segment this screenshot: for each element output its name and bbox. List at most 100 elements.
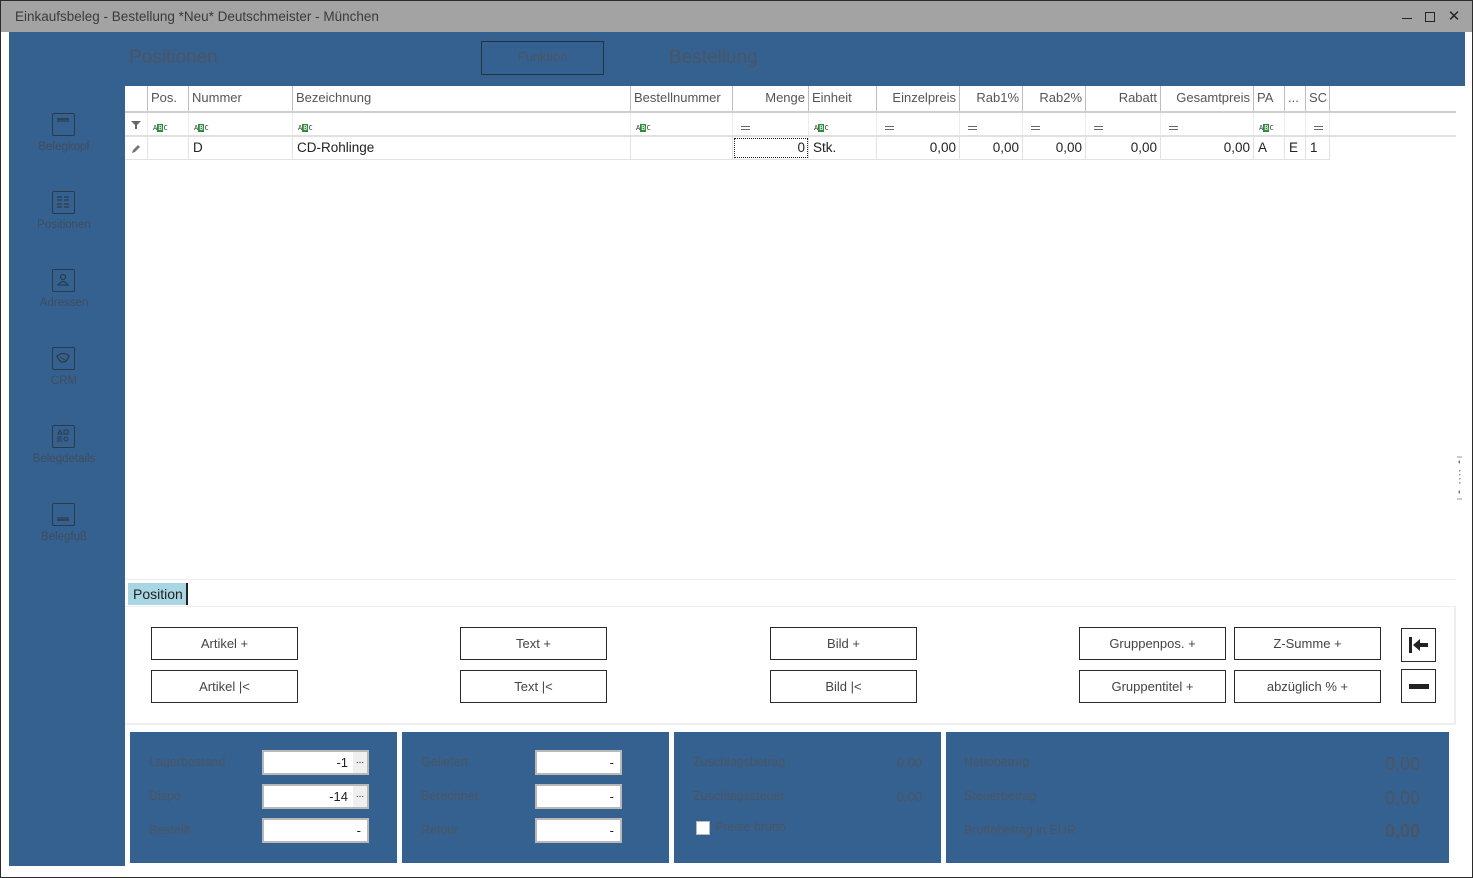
geliefert-field: - [535,750,622,775]
lagerbestand-more-button[interactable]: ... [353,752,367,773]
column-header-bezeichnung[interactable]: Bezeichnung [293,86,631,111]
column-header-more[interactable]: ... [1285,86,1306,111]
nettobetrag-value: 0,00 [1384,754,1420,774]
filter-gesamtpreis[interactable] [1161,113,1254,135]
filter-pa[interactable]: ABC [1254,113,1285,135]
sidebar-item-belegdetails[interactable]: Belegdetails [9,425,125,495]
filter-more[interactable] [1285,113,1306,135]
zuschlagssteuer-value: 0,00 [896,789,922,804]
filter-icon[interactable] [125,113,148,135]
dispo-more-button[interactable]: ... [353,786,367,807]
table-row[interactable]: D CD-Rohlinge 0 Stk. 0,00 0,00 0,00 0,00… [125,137,1330,160]
column-header-nummer[interactable]: Nummer [189,86,293,111]
panel-splitter-handle[interactable] [1456,456,1464,501]
dispo-field: -14 ... [262,784,369,809]
dispo-label: Dispo [149,789,181,803]
cell-nummer[interactable]: D [189,137,293,159]
positions-grid-icon [52,191,75,214]
text-filter-icon: ABC [814,124,829,132]
cell-bezeichnung[interactable]: CD-Rohlinge [293,137,631,159]
close-button[interactable]: ✕ [1444,7,1464,27]
insert-article-button[interactable]: Artikel |< [151,670,298,703]
remove-position-button[interactable] [1401,669,1436,703]
filter-menge[interactable] [733,113,809,135]
handshake-icon [52,347,75,370]
column-header-einzelpreis[interactable]: Einzelpreis [877,86,960,111]
column-header-bestellnummer[interactable]: Bestellnummer [631,86,733,111]
filter-bestellnummer[interactable]: ABC [631,113,733,135]
column-header-einheit[interactable]: Einheit [809,86,877,111]
berechnet-field: - [535,784,622,809]
column-header-sc[interactable]: SC [1306,86,1330,111]
filter-bezeichnung[interactable]: ABC [293,113,631,135]
add-group-title-button[interactable]: Gruppentitel + [1079,670,1226,703]
sidebar-item-belegkopf[interactable]: Belegkopf [9,113,125,183]
preise-brutto-checkbox[interactable] [696,821,710,835]
maximize-button[interactable] [1420,7,1440,27]
cell-pos[interactable] [148,137,189,159]
sidebar-item-adressen[interactable]: Adressen [9,269,125,339]
sidebar-item-crm[interactable]: CRM [9,347,125,417]
minimize-button[interactable] [1397,7,1417,27]
add-subtotal-button[interactable]: Z-Summe + [1234,627,1381,660]
column-header-menge[interactable]: Menge [733,86,809,111]
text-filter-icon: ABC [153,124,168,132]
tab-position[interactable]: Position [128,583,188,605]
add-image-button[interactable]: Bild + [770,627,917,660]
preise-brutto-label: Preise brutto [715,820,786,834]
cell-menge[interactable]: 0 [733,137,809,159]
filter-nummer[interactable]: ABC [189,113,293,135]
sidebar-item-label: Belegdetails [32,453,96,465]
cell-einheit[interactable]: Stk. [809,137,877,159]
insert-text-button[interactable]: Text |< [460,670,607,703]
sidebar-item-label: Positionen [37,219,91,231]
filter-rab1[interactable] [960,113,1023,135]
cell-rab2[interactable]: 0,00 [1023,137,1086,159]
equals-filter-icon [1094,126,1103,130]
bruttobetrag-label: Bruttobetrag in EUR [964,823,1076,837]
filter-pos[interactable]: ABC [148,113,189,135]
sidebar-item-label: Belegfuß [40,531,88,543]
add-article-button[interactable]: Artikel + [151,627,298,660]
sidebar-item-belegfuss[interactable]: Belegfuß [9,503,125,573]
column-header-rab2[interactable]: Rab2% [1023,86,1086,111]
insert-image-button[interactable]: Bild |< [770,670,917,703]
cell-rabatt[interactable]: 0,00 [1086,137,1161,159]
equals-filter-icon [885,126,894,130]
cell-rab1[interactable]: 0,00 [960,137,1023,159]
column-header-pos[interactable]: Pos. [148,86,189,111]
column-header-rab1[interactable]: Rab1% [960,86,1023,111]
function-button[interactable]: Funktion [481,41,604,75]
bruttobetrag-value: 0,00 [1384,821,1420,841]
move-to-start-button[interactable] [1401,628,1436,662]
lagerbestand-label: Lagerbestand [149,755,226,769]
edit-pencil-icon [125,137,148,159]
grid-filter-row: ABC ABC ABC ABC ABC ABC [125,113,1456,137]
column-header-gesamtpreis[interactable]: Gesamtpreis [1161,86,1254,111]
cell-einzelpreis[interactable]: 0,00 [877,137,960,159]
add-deduction-percent-button[interactable]: abzüglich % + [1234,670,1381,703]
cell-gesamtpreis[interactable]: 0,00 [1161,137,1254,159]
add-text-button[interactable]: Text + [460,627,607,660]
filter-rabatt[interactable] [1086,113,1161,135]
document-header-icon [52,113,75,136]
filter-rab2[interactable] [1023,113,1086,135]
lagerbestand-value: -1 [336,755,348,770]
surcharge-panel: Zuschlagsbetrag 0,00 Zuschlagssteuer 0,0… [674,732,941,863]
row-indicator-header [125,86,148,111]
retour-label: Retour [421,823,459,837]
sidebar-item-positionen[interactable]: Positionen [9,191,125,261]
close-icon: ✕ [1447,8,1461,25]
add-group-position-button[interactable]: Gruppenpos. + [1079,627,1226,660]
filter-einheit[interactable]: ABC [809,113,877,135]
grid-header: Pos. Nummer Bezeichnung Bestellnummer Me… [125,86,1456,113]
cell-more[interactable]: E [1285,137,1306,159]
cell-pa[interactable]: A [1254,137,1285,159]
filter-einzelpreis[interactable] [877,113,960,135]
cell-sc[interactable]: 1 [1306,137,1330,159]
column-header-rabatt[interactable]: Rabatt [1086,86,1161,111]
filter-sc[interactable] [1306,113,1330,135]
column-header-pa[interactable]: PA [1254,86,1285,111]
equals-filter-icon [1169,126,1178,130]
cell-bestellnummer[interactable] [631,137,733,159]
